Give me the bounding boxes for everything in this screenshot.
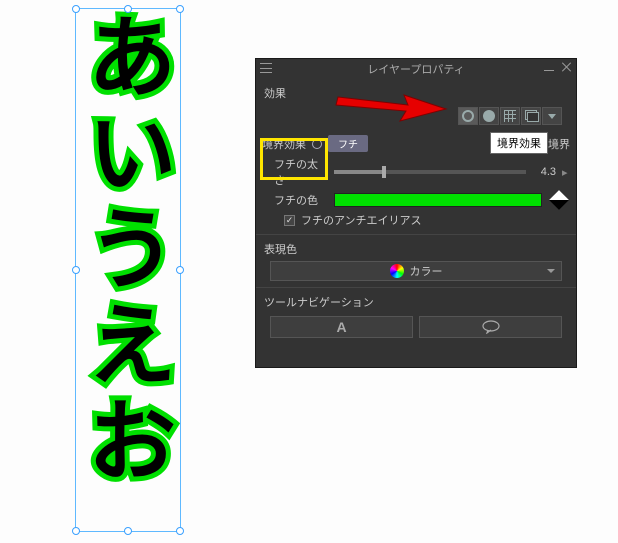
text-tool-button[interactable]: A: [270, 316, 413, 338]
tool-navigation-label: ツールナビゲーション: [262, 290, 570, 312]
panel-title-text: レイヤープロパティ: [367, 61, 464, 77]
antialias-label: フチのアンチエイリアス: [301, 212, 422, 228]
expression-color-label: 表現色: [262, 237, 570, 259]
spinner-icon[interactable]: ▸: [562, 166, 570, 179]
chevron-down-icon: [548, 114, 556, 119]
color-wheel-icon: [390, 264, 404, 278]
circle-fill-icon: [483, 110, 495, 122]
boundary-pill[interactable]: フチ: [328, 135, 368, 152]
effect-boundary-button[interactable]: [458, 107, 478, 125]
grid-icon: [504, 110, 516, 122]
antialias-row: ✓ フチのアンチエイリアス: [256, 210, 576, 230]
text-object[interactable]: あいうえお: [78, 10, 178, 530]
boundary-effect-label: 境界効果: [262, 136, 306, 152]
text-a-icon: A: [336, 319, 346, 335]
vertical-text[interactable]: あいうえお: [78, 10, 168, 490]
thickness-slider[interactable]: [334, 170, 526, 174]
antialias-checkbox[interactable]: ✓: [284, 215, 295, 226]
effect-icon-row: [262, 103, 570, 131]
color-picker-icon[interactable]: [549, 190, 569, 210]
chevron-down-icon: [547, 269, 555, 273]
tooltip-text: 境界効果: [497, 138, 541, 150]
effect-more-button[interactable]: [542, 107, 562, 125]
circle-outline-icon: [312, 139, 322, 149]
speech-bubble-icon: [482, 320, 500, 334]
minimize-icon[interactable]: [544, 61, 554, 71]
layers-icon: [525, 110, 537, 122]
color-row: フチの色: [256, 190, 576, 210]
color-label: フチの色: [274, 192, 328, 208]
circle-outline-icon: [462, 110, 474, 122]
panel-menu-icon[interactable]: [260, 63, 272, 73]
effect-layers-button[interactable]: [521, 107, 541, 125]
expression-dropdown-value: カラー: [410, 263, 443, 279]
speech-bubble-tool-button[interactable]: [419, 316, 562, 338]
thickness-label: フチの太さ: [274, 156, 328, 188]
effect-section-label: 効果: [262, 81, 570, 103]
outline-color-swatch[interactable]: [334, 193, 542, 207]
panel-titlebar[interactable]: レイヤープロパティ: [256, 59, 576, 79]
expression-color-dropdown[interactable]: カラー: [270, 261, 562, 281]
layer-properties-panel: レイヤープロパティ 効果 境界効果 フチ 水彩境界 フチの太さ 4.3 ▸: [255, 58, 577, 368]
effect-tone-button[interactable]: [479, 107, 499, 125]
thickness-value[interactable]: 4.3: [532, 166, 556, 178]
tooltip: 境界効果: [490, 132, 548, 154]
close-icon[interactable]: [562, 61, 572, 71]
thickness-row: フチの太さ 4.3 ▸: [256, 154, 576, 190]
canvas-area: あいうえお: [0, 0, 260, 543]
effect-grid-button[interactable]: [500, 107, 520, 125]
